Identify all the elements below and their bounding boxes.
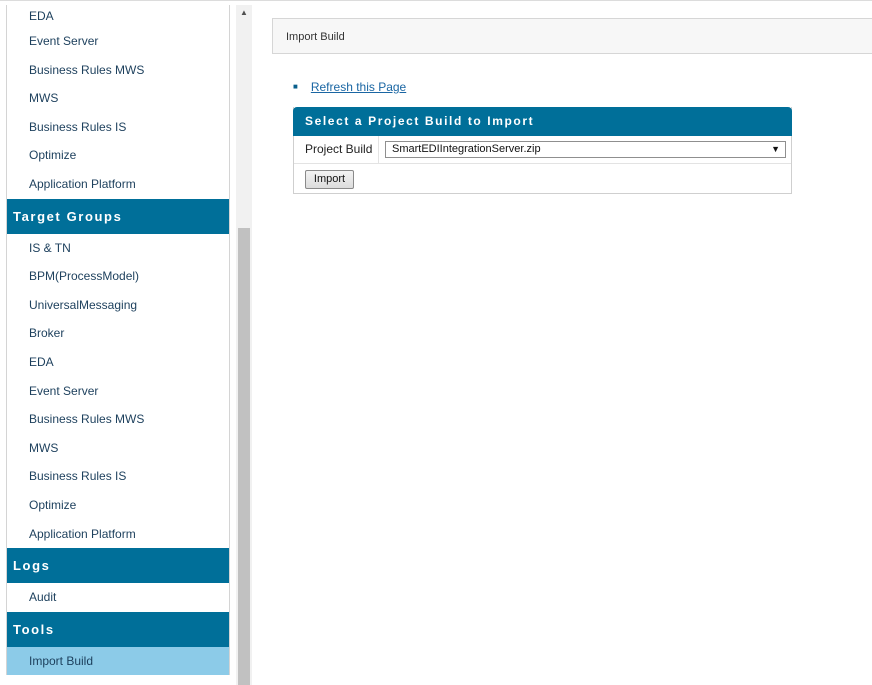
sidebar-header-logs[interactable]: Logs — [7, 548, 229, 584]
main-content: Import Build ■ Refresh this Page Select a… — [252, 5, 872, 685]
scrollbar-thumb[interactable] — [238, 228, 250, 685]
import-panel: Select a Project Build to Import Project… — [293, 107, 792, 194]
chevron-down-icon: ▼ — [771, 144, 780, 154]
sidebar-item-import-build[interactable]: Import Build — [7, 646, 229, 676]
scroll-up-arrow-icon[interactable]: ▲ — [236, 5, 252, 21]
sidebar-item-eda-2[interactable]: EDA — [7, 348, 229, 377]
project-build-label: Project Build — [305, 142, 373, 156]
sidebar-item-mws[interactable]: MWS — [7, 84, 229, 113]
project-build-selected-value: SmartEDIIntegrationServer.zip — [392, 143, 541, 155]
refresh-row: ■ Refresh this Page — [293, 80, 406, 94]
sidebar-item-event-server[interactable]: Event Server — [7, 27, 229, 56]
sidebar-header-target-groups[interactable]: Target Groups — [7, 198, 229, 234]
project-build-row: Project Build SmartEDIIntegrationServer.… — [294, 136, 791, 164]
sidebar-item-optimize[interactable]: Optimize — [7, 141, 229, 170]
sidebar-item-is-tn[interactable]: IS & TN — [7, 234, 229, 263]
sidebar-item-optimize-2[interactable]: Optimize — [7, 491, 229, 520]
sidebar-item-business-rules-mws-2[interactable]: Business Rules MWS — [7, 405, 229, 434]
top-divider — [0, 0, 872, 1]
project-build-select[interactable]: SmartEDIIntegrationServer.zip ▼ — [385, 141, 786, 158]
bullet-icon: ■ — [293, 82, 298, 91]
import-button[interactable]: Import — [305, 170, 354, 189]
sidebar-item-universal-messaging[interactable]: UniversalMessaging — [7, 291, 229, 320]
sidebar-item-business-rules-is[interactable]: Business Rules IS — [7, 113, 229, 142]
column-divider — [378, 136, 379, 163]
page-header: Import Build — [272, 18, 872, 54]
sidebar-item-business-rules-mws[interactable]: Business Rules MWS — [7, 56, 229, 85]
sidebar-item-broker[interactable]: Broker — [7, 319, 229, 348]
sidebar-item-bpm-processmodel[interactable]: BPM(ProcessModel) — [7, 262, 229, 291]
sidebar-item-event-server-2[interactable]: Event Server — [7, 377, 229, 406]
sidebar-item-audit[interactable]: Audit — [7, 583, 229, 612]
page-title: Import Build — [286, 31, 345, 43]
sidebar-item-mws-2[interactable]: MWS — [7, 434, 229, 463]
sidebar-item-eda[interactable]: EDA — [7, 5, 229, 27]
sidebar-item-application-platform-2[interactable]: Application Platform — [7, 520, 229, 549]
import-row: Import — [294, 164, 791, 193]
sidebar-header-tools[interactable]: Tools — [7, 611, 229, 647]
refresh-page-link[interactable]: Refresh this Page — [311, 80, 406, 94]
sidebar-item-business-rules-is-2[interactable]: Business Rules IS — [7, 462, 229, 491]
sidebar-menu: EDA Event Server Business Rules MWS MWS … — [6, 5, 230, 676]
sidebar-scrollbar[interactable]: ▲ — [236, 5, 252, 685]
sidebar: EDA Event Server Business Rules MWS MWS … — [0, 0, 236, 685]
panel-title: Select a Project Build to Import — [293, 107, 792, 136]
sidebar-group-top: EDA Event Server Business Rules MWS MWS … — [7, 5, 229, 199]
sidebar-item-application-platform[interactable]: Application Platform — [7, 170, 229, 199]
